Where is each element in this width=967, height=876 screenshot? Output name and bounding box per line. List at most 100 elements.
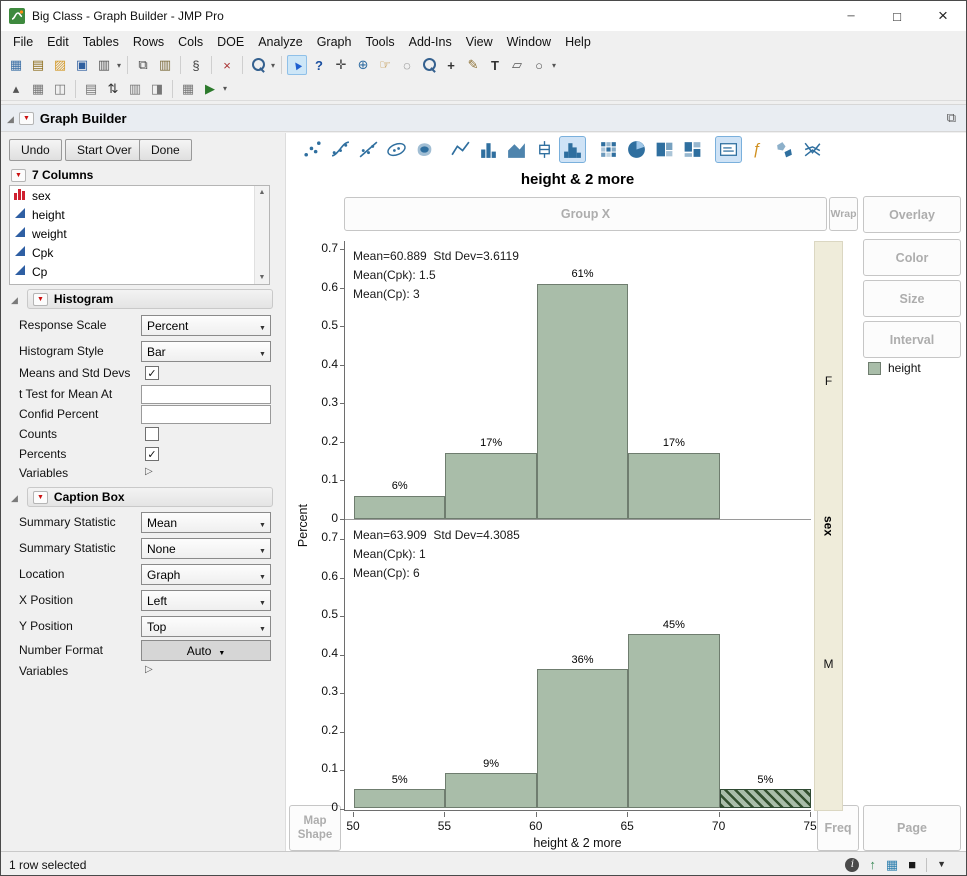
polygon-tool-icon[interactable]: ▱ (507, 55, 527, 75)
palette-histogram-icon[interactable] (559, 136, 586, 163)
palette-mosaic-icon[interactable] (679, 136, 706, 163)
crosshair-tool-icon[interactable]: + (441, 55, 461, 75)
paste-icon[interactable]: ▥ (155, 55, 175, 75)
y-position-select[interactable]: Top (141, 616, 271, 637)
histogram-bar[interactable] (719, 788, 811, 808)
excluded-rows-icon[interactable]: ▤ (81, 79, 101, 99)
start-over-button[interactable]: Start Over (65, 139, 144, 161)
column-item-sex[interactable]: sex (10, 186, 269, 205)
histogram-bar[interactable] (445, 773, 537, 808)
number-format-button[interactable]: Auto (141, 640, 271, 661)
column-item-cp[interactable]: Cp (10, 262, 269, 281)
palette-formula-icon[interactable]: ƒ (743, 136, 770, 163)
counts-checkbox[interactable] (145, 427, 159, 441)
search-icon[interactable] (248, 55, 268, 75)
location-select[interactable]: Graph (141, 564, 271, 585)
drop-zone-wrap[interactable]: Wrap (829, 197, 858, 231)
hand-tool-icon[interactable]: ☞ (375, 55, 395, 75)
undo-button[interactable]: Undo (9, 139, 62, 161)
minimize-button[interactable] (828, 1, 874, 31)
menu-analyze[interactable]: Analyze (251, 32, 309, 52)
palette-heatmap-icon[interactable] (595, 136, 622, 163)
group-level-label[interactable]: M (815, 657, 842, 671)
open-icon[interactable]: ▨ (50, 55, 70, 75)
histogram-bar[interactable] (536, 669, 629, 808)
window-manager-icon[interactable] (886, 858, 898, 871)
red-triangle-menu-icon[interactable] (32, 292, 48, 306)
copy-icon[interactable]: ⧉ (133, 55, 153, 75)
red-triangle-menu-icon[interactable] (11, 168, 26, 182)
new-data-table-icon[interactable]: ▦ (6, 55, 26, 75)
scroll-up-icon[interactable] (259, 186, 266, 199)
toolbar-overflow-arrow-icon[interactable] (116, 61, 122, 70)
histogram-bar[interactable] (536, 283, 629, 519)
palette-parallel-icon[interactable] (799, 136, 826, 163)
palette-line-icon[interactable] (447, 136, 474, 163)
help-tool-icon[interactable]: ? (309, 55, 329, 75)
maximize-button[interactable] (874, 1, 920, 31)
menu-help[interactable]: Help (558, 32, 598, 52)
y-axis[interactable]: 0.7 0.6 0.5 0.4 0.3 0.2 0.1 0 0.7 0.6 0.5 0.4 0.3 0.2… (304, 241, 340, 814)
info-icon[interactable] (845, 857, 860, 872)
palette-map-shapes-icon[interactable] (771, 136, 798, 163)
palette-ellipse-icon[interactable] (383, 136, 410, 163)
columns-scrollbar[interactable] (254, 186, 269, 284)
clear-icon[interactable]: × (217, 55, 237, 75)
palette-bar-icon[interactable] (475, 136, 502, 163)
lasso-tool-icon[interactable]: ◌ (397, 55, 417, 75)
menu-tools[interactable]: Tools (358, 32, 401, 52)
histogram-bar[interactable] (354, 788, 446, 808)
confid-percent-input[interactable] (141, 405, 271, 424)
variables-disclosure-icon[interactable] (145, 664, 153, 675)
histogram-style-select[interactable]: Bar (141, 341, 271, 362)
data-table-view-icon[interactable]: ▦ (28, 79, 48, 99)
x-axis[interactable]: height & 2 more 50 55 60 65 70 75 (344, 812, 817, 850)
menu-edit[interactable]: Edit (40, 32, 76, 52)
percents-checkbox[interactable] (145, 447, 159, 461)
palette-contour-icon[interactable] (411, 136, 438, 163)
outline-disclosure-icon[interactable] (11, 290, 18, 308)
red-triangle-menu-icon[interactable] (18, 111, 34, 125)
means-stddevs-checkbox[interactable] (145, 366, 159, 380)
menu-file[interactable]: File (6, 32, 40, 52)
status-menu-arrow-icon[interactable] (937, 860, 946, 869)
histogram-bar[interactable] (445, 453, 537, 519)
move-tool-icon[interactable]: ✛ (331, 55, 351, 75)
column-item-cpk[interactable]: Cpk (10, 243, 269, 262)
magnifier-tool-icon[interactable] (419, 55, 439, 75)
drop-zone-page[interactable]: Page (863, 805, 961, 851)
outline-disclosure-icon[interactable] (7, 109, 14, 127)
palette-pie-icon[interactable] (623, 136, 650, 163)
done-button[interactable]: Done (139, 139, 192, 161)
drop-zone-interval[interactable]: Interval (863, 321, 961, 358)
menu-graph[interactable]: Graph (310, 32, 359, 52)
menu-tables[interactable]: Tables (76, 32, 126, 52)
drop-zone-size[interactable]: Size (863, 280, 961, 317)
drop-zone-freq[interactable]: Freq (817, 805, 859, 851)
palette-line-of-fit-icon[interactable] (355, 136, 382, 163)
column-item-weight[interactable]: weight (10, 224, 269, 243)
drop-zone-overlay[interactable]: Overlay (863, 196, 961, 233)
toolbar-overflow-arrow-icon[interactable] (551, 61, 557, 70)
matrix-view-icon[interactable]: ◫ (50, 79, 70, 99)
response-scale-select[interactable]: Percent (141, 315, 271, 336)
menu-view[interactable]: View (459, 32, 500, 52)
ttest-input[interactable] (141, 385, 271, 404)
table-summary-icon[interactable]: ▦ (178, 79, 198, 99)
scroll-down-icon[interactable] (259, 271, 266, 284)
menu-cols[interactable]: Cols (171, 32, 210, 52)
palette-points-icon[interactable] (299, 136, 326, 163)
print-icon[interactable]: ▥ (94, 55, 114, 75)
column-headers-icon[interactable]: ▥ (125, 79, 145, 99)
menu-doe[interactable]: DOE (210, 32, 251, 52)
histogram-bar[interactable] (628, 634, 720, 808)
run-script-icon[interactable]: ▶ (200, 79, 220, 99)
histogram-bar[interactable] (628, 453, 720, 519)
group-level-label[interactable]: F (815, 374, 842, 388)
move-up-icon[interactable] (869, 858, 876, 871)
edit-script-icon[interactable]: § (186, 55, 206, 75)
globe-tool-icon[interactable]: ⊕ (353, 55, 373, 75)
summary-statistic-select[interactable]: Mean (141, 512, 271, 533)
palette-treemap-icon[interactable] (651, 136, 678, 163)
menu-rows[interactable]: Rows (126, 32, 171, 52)
